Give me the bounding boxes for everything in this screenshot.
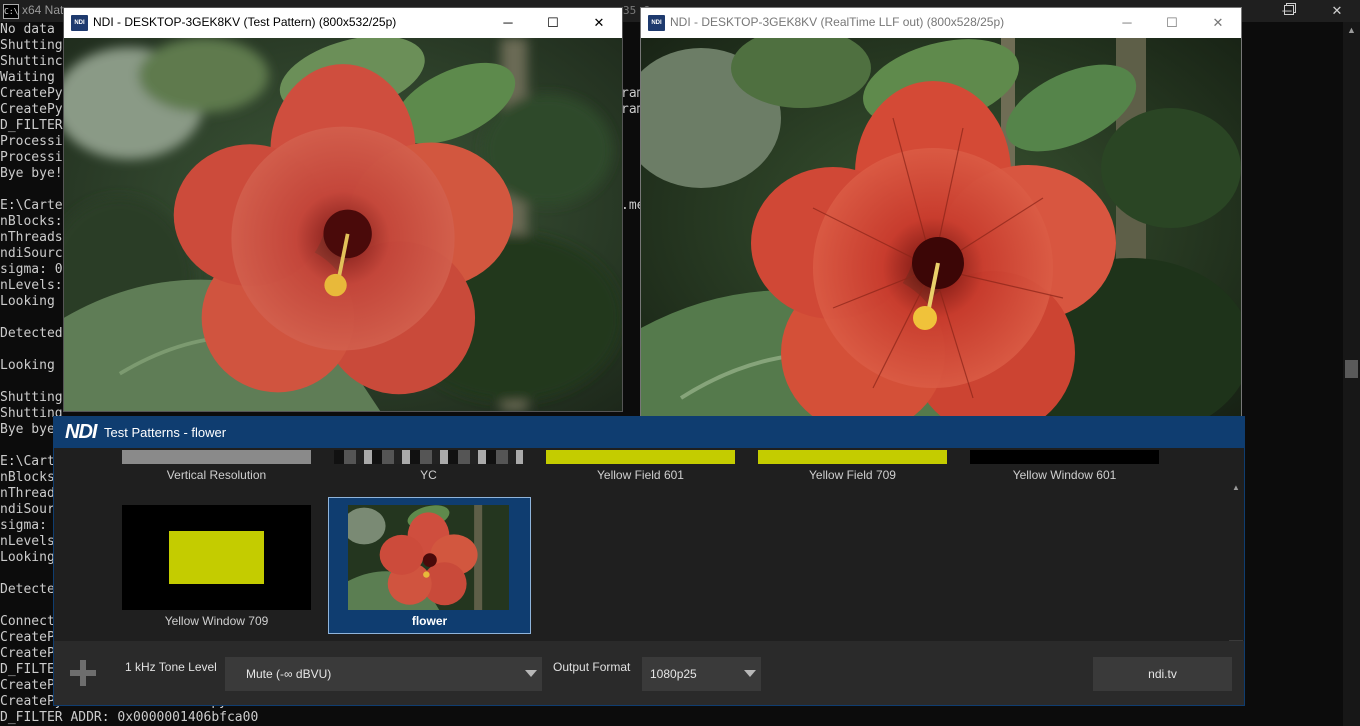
pattern-label: Yellow Window 709 [164, 614, 269, 628]
test-patterns-window: NDI Test Patterns - flower Vertical Reso… [53, 416, 1245, 706]
viewer-titlebar[interactable]: NDI NDI - DESKTOP-3GEK8KV (Test Pattern)… [64, 8, 622, 38]
chevron-down-icon [744, 670, 756, 677]
restore-icon [1284, 5, 1294, 15]
pattern-label: flower [411, 614, 448, 628]
maximize-icon: ☐ [547, 15, 559, 30]
close-icon: ✕ [593, 15, 605, 30]
viewer-realtime-window: NDI NDI - DESKTOP-3GEK8KV (RealTime LLF … [640, 7, 1242, 439]
minimize-icon: ─ [503, 15, 513, 30]
pattern-preview [334, 450, 523, 464]
chevron-down-icon [525, 670, 537, 677]
pattern-label: Vertical Resolution [166, 468, 267, 482]
add-button[interactable] [68, 658, 98, 688]
output-format-dropdown[interactable]: 1080p25 [642, 657, 761, 691]
pattern-preview [348, 505, 509, 610]
pattern-yc[interactable]: YC [334, 450, 523, 484]
test-patterns-titlebar[interactable]: NDI Test Patterns - flower [53, 416, 1245, 448]
pattern-yellow-window-601[interactable]: Yellow Window 601 [970, 450, 1159, 484]
viewer-title: NDI - DESKTOP-3GEK8KV (Test Pattern) (80… [93, 15, 397, 29]
pattern-vertical-resolution[interactable]: Vertical Resolution [122, 450, 311, 484]
scroll-up-icon[interactable]: ▲ [1227, 483, 1245, 495]
console-bottom-line: D_FILTER ADDR: 0x0000001406bfca00 [0, 710, 259, 725]
console-title: x64 Nat [22, 3, 64, 17]
ndi-tv-button[interactable]: ndi.tv [1093, 657, 1232, 691]
pattern-preview [122, 505, 311, 610]
pattern-preview [122, 450, 311, 464]
pattern-grid: Vertical Resolution YC Yellow Field 601 … [54, 448, 1245, 665]
viewer-title: NDI - DESKTOP-3GEK8KV (RealTime LLF out)… [670, 15, 1005, 29]
yellow-window [169, 531, 264, 584]
pattern-preview [758, 450, 947, 464]
close-icon: ✕ [1331, 3, 1343, 18]
pattern-label: Yellow Window 601 [1012, 468, 1117, 482]
video-frame [64, 38, 622, 411]
close-icon: ✕ [1212, 15, 1224, 30]
plus-icon [70, 670, 96, 676]
pattern-label: Yellow Field 601 [597, 468, 684, 482]
test-patterns-title: Test Patterns - flower [104, 425, 227, 440]
minimize-button[interactable]: ─ [1104, 8, 1150, 38]
pattern-preview [546, 450, 735, 464]
maximize-button[interactable]: ☐ [530, 8, 576, 38]
ndi-app-icon: NDI [71, 15, 88, 31]
output-format-label: Output Format [553, 660, 631, 674]
ndi-logo: NDI [65, 421, 97, 443]
console-scrollbar[interactable]: ▲ [1343, 22, 1360, 726]
scroll-up-icon[interactable]: ▲ [1343, 22, 1360, 38]
console-restore-button[interactable] [1266, 0, 1312, 22]
viewer-test-pattern-window: NDI NDI - DESKTOP-3GEK8KV (Test Pattern)… [63, 7, 623, 412]
console-scroll-thumb[interactable] [1345, 360, 1358, 378]
maximize-button[interactable]: ☐ [1149, 8, 1195, 38]
flower-image [64, 38, 622, 411]
console-icon: C:\ [3, 4, 19, 19]
pattern-yellow-field-601[interactable]: Yellow Field 601 [546, 450, 735, 484]
flower-thumbnail [348, 505, 509, 610]
minimize-button[interactable]: ─ [485, 8, 531, 38]
tone-level-value: Mute (-∞ dBVU) [246, 667, 332, 681]
pattern-yellow-field-709[interactable]: Yellow Field 709 [758, 450, 947, 484]
tone-level-label: 1 kHz Tone Level [125, 660, 217, 674]
viewer-titlebar[interactable]: NDI NDI - DESKTOP-3GEK8KV (RealTime LLF … [641, 8, 1241, 38]
pattern-label: YC [420, 468, 437, 482]
output-format-value: 1080p25 [650, 667, 697, 681]
pattern-label: Yellow Field 709 [809, 468, 896, 482]
video-frame [641, 38, 1241, 438]
minimize-icon: ─ [1122, 15, 1132, 30]
pattern-preview [970, 450, 1159, 464]
pattern-flower-selected[interactable]: flower [328, 497, 531, 634]
flower-image-enhanced [641, 38, 1241, 438]
test-patterns-footer: 1 kHz Tone Level Mute (-∞ dBVU) Output F… [54, 641, 1244, 705]
pattern-yellow-window-709[interactable]: Yellow Window 709 [122, 505, 311, 631]
maximize-icon: ☐ [1166, 15, 1178, 30]
close-button[interactable]: ✕ [576, 8, 622, 38]
close-button[interactable]: ✕ [1195, 8, 1241, 38]
console-close-button[interactable]: ✕ [1314, 0, 1360, 22]
tone-level-dropdown[interactable]: Mute (-∞ dBVU) [225, 657, 542, 691]
ndi-app-icon: NDI [648, 15, 665, 31]
